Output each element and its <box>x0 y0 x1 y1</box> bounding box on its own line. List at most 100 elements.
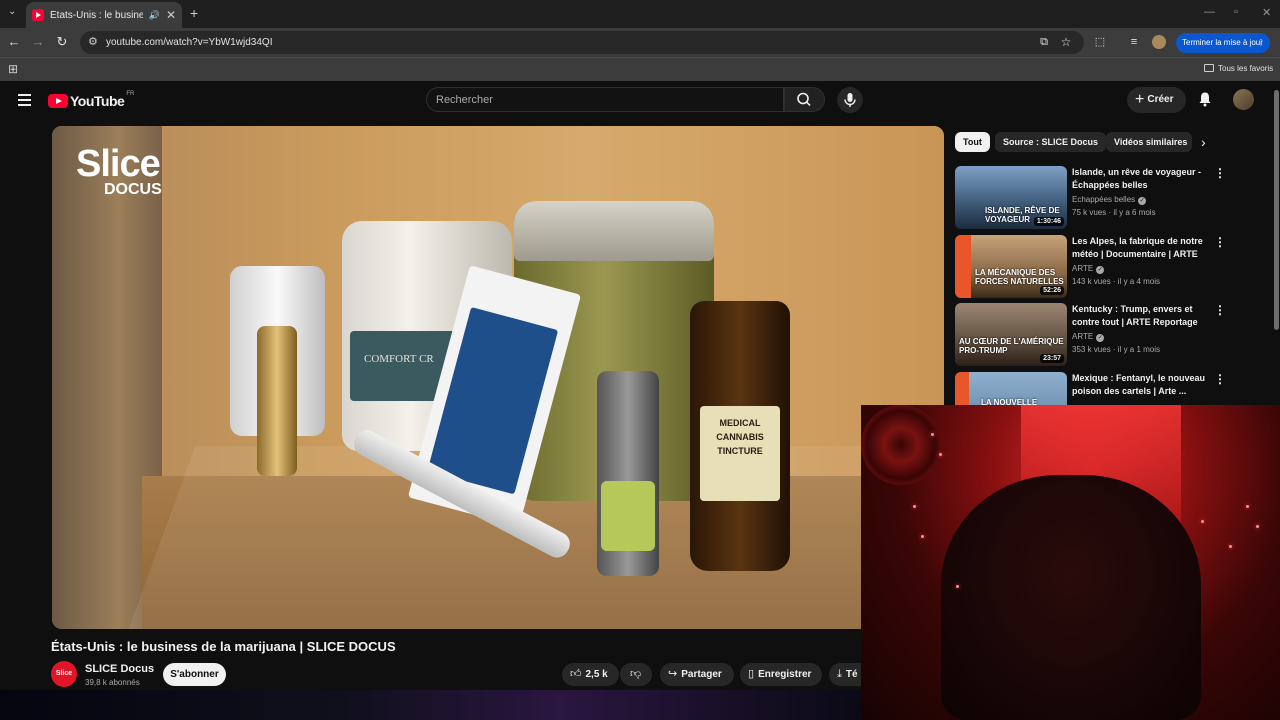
search-button[interactable] <box>784 87 825 112</box>
duration-badge: 52:26 <box>1040 286 1064 295</box>
maximize-icon[interactable]: ▫ <box>1234 6 1238 18</box>
dislike-button[interactable]: 👎︎ <box>620 663 652 686</box>
webcam-light <box>1229 545 1232 548</box>
recommendation-item[interactable]: AU CŒUR DE L'AMÉRIQUE PRO-TRUMP 23:57 Ke… <box>955 303 1226 367</box>
more-options-icon[interactable]: ⋮ <box>1214 235 1226 249</box>
update-label: Terminer la mise à jour <box>1182 38 1263 47</box>
webcam-light <box>931 433 934 436</box>
download-label: Té <box>845 669 858 680</box>
all-favorites-label: Tous les favoris <box>1218 64 1274 73</box>
duration-badge: 23:57 <box>1040 354 1064 363</box>
verified-icon: ✓ <box>1096 334 1105 342</box>
watermark-docus: DOCUS <box>104 181 162 198</box>
tab-search-icon[interactable]: ⌄ <box>8 6 16 17</box>
apps-grid-icon[interactable]: ⊞ <box>8 62 18 76</box>
channel-name[interactable]: SLICE Docus <box>85 663 154 675</box>
reload-icon[interactable]: ↻ <box>54 34 70 50</box>
microphone-icon <box>844 93 856 107</box>
forward-icon[interactable]: → <box>30 34 46 50</box>
webcam-light <box>1256 525 1259 528</box>
page-scrollbar[interactable] <box>1274 90 1279 330</box>
recommendation-title: Islande, un rêve de voyageur - Échappées… <box>1072 167 1202 190</box>
like-button[interactable]: 👍︎ 2,5 k <box>562 663 619 686</box>
install-app-icon[interactable]: ⧉ <box>1036 34 1052 50</box>
browser-tab[interactable]: États-Unis : le business de la marijuana… <box>26 2 182 28</box>
new-tab-icon[interactable]: + <box>190 5 198 21</box>
site-info-icon[interactable]: ⚙ <box>88 31 98 54</box>
recommendation-thumbnail[interactable]: ISLANDE, RÊVE DE VOYAGEUR 1:30:46 <box>955 166 1067 229</box>
recommendation-item[interactable]: LA MÉCANIQUE DES FORCES NATURELLES 52:26… <box>955 235 1226 299</box>
webcam-light <box>913 505 916 508</box>
webcam-light <box>939 453 942 456</box>
recommendation-item[interactable]: ISLANDE, RÊVE DE VOYAGEUR 1:30:46 Island… <box>955 166 1226 230</box>
user-avatar[interactable] <box>1233 89 1254 110</box>
browser-nav-bar: ← → ↻ ⚙ youtube.com/watch?v=YbW1wjd34QI … <box>0 28 1280 57</box>
close-window-icon[interactable]: ✕ <box>1262 6 1271 19</box>
update-button[interactable]: Terminer la mise à jour ⋮ <box>1176 33 1270 53</box>
youtube-favicon-icon <box>32 9 44 21</box>
like-count: 2,5 k <box>585 669 608 680</box>
create-label: Créer <box>1147 94 1174 105</box>
recommendation-channel: ARTE <box>1072 264 1094 273</box>
media-controls-icon[interactable]: ≡ <box>1126 34 1142 50</box>
more-options-icon[interactable]: ⋮ <box>1214 372 1226 386</box>
more-vert-icon[interactable]: ⋮ <box>1257 33 1265 53</box>
recommendation-title: Kentucky : Trump, envers et contre tout … <box>1072 304 1198 327</box>
subscribe-button[interactable]: S'abonner <box>163 663 226 686</box>
recommendation-meta: 353 k vues · il y a 1 mois <box>1072 345 1161 354</box>
close-tab-icon[interactable]: ✕ <box>166 8 176 22</box>
youtube-header: YouTube FR +Créer <box>0 81 1280 119</box>
webcam-light <box>1201 520 1204 523</box>
verified-icon: ✓ <box>1138 197 1147 205</box>
webcam-light <box>1246 505 1249 508</box>
chip-all[interactable]: Tout <box>955 132 990 152</box>
chip-source[interactable]: Source : SLICE Docus <box>995 132 1107 152</box>
chevron-right-icon[interactable]: › <box>1201 134 1206 150</box>
recommendation-title: Les Alpes, la fabrique de notre météo | … <box>1072 236 1203 259</box>
back-icon[interactable]: ← <box>6 34 22 50</box>
country-code: FR <box>126 91 135 97</box>
bookmark-star-icon[interactable]: ☆ <box>1058 34 1074 50</box>
arte-logo-bar <box>955 235 971 298</box>
folder-icon <box>1204 64 1214 72</box>
more-options-icon[interactable]: ⋮ <box>1214 166 1226 180</box>
voice-search-button[interactable] <box>837 87 863 113</box>
browser-tab-bar: ⌄ États-Unis : le business de la marijua… <box>0 0 1280 28</box>
search-icon <box>797 92 811 107</box>
youtube-logo[interactable]: YouTube FR <box>48 91 135 109</box>
duration-badge: 1:30:46 <box>1033 217 1064 226</box>
video-frame-vial <box>257 326 297 476</box>
chip-similar[interactable]: Vidéos similaires <box>1106 132 1192 152</box>
recommendation-thumbnail[interactable]: AU CŒUR DE L'AMÉRIQUE PRO-TRUMP 23:57 <box>955 303 1067 366</box>
search-input[interactable] <box>427 88 783 111</box>
more-options-icon[interactable]: ⋮ <box>1214 303 1226 317</box>
youtube-wordmark: YouTube <box>70 93 125 109</box>
create-button[interactable]: + Créer <box>1127 87 1186 113</box>
share-button[interactable]: ↪ Partager <box>660 663 734 686</box>
webcam-person-silhouette <box>941 475 1201 720</box>
download-button[interactable]: ⤓ Té <box>829 663 861 686</box>
video-title: États-Unis : le business de la marijuana… <box>51 639 396 654</box>
recommendation-channel: Echappées belles <box>1072 195 1136 204</box>
recommendation-channel: ARTE <box>1072 332 1094 341</box>
address-bar[interactable]: ⚙ youtube.com/watch?v=YbW1wjd34QI <box>80 31 1084 54</box>
channel-avatar[interactable]: Slice <box>51 661 77 687</box>
share-icon: ↪ <box>668 668 678 680</box>
youtube-play-icon <box>48 94 68 108</box>
notifications-bell-icon[interactable] <box>1198 91 1212 107</box>
minimize-icon[interactable]: — <box>1204 6 1215 18</box>
audio-playing-icon[interactable]: 🔊 <box>149 10 160 21</box>
bookmarks-bar: ⊞ Tous les favoris <box>0 57 1280 81</box>
hamburger-menu-icon[interactable] <box>18 94 31 106</box>
all-favorites-button[interactable]: Tous les favoris <box>1204 64 1273 73</box>
webcam-spiral-decor <box>861 405 941 485</box>
webcam-light <box>921 535 924 538</box>
extensions-icon[interactable]: ⬚ <box>1092 34 1108 50</box>
webcam-overlay <box>861 405 1280 720</box>
save-button[interactable]: ▯ Enregistrer <box>740 663 822 686</box>
thumbnail-text: LA MÉCANIQUE DES FORCES NATURELLES <box>975 268 1064 286</box>
recommendation-meta: 75 k vues · il y a 6 mois <box>1072 208 1156 217</box>
profile-avatar[interactable] <box>1152 35 1166 49</box>
video-player[interactable]: COMFORT CR MEDICAL CANNABIS TINCTURE Sli… <box>52 126 944 629</box>
recommendation-thumbnail[interactable]: LA MÉCANIQUE DES FORCES NATURELLES 52:26 <box>955 235 1067 298</box>
